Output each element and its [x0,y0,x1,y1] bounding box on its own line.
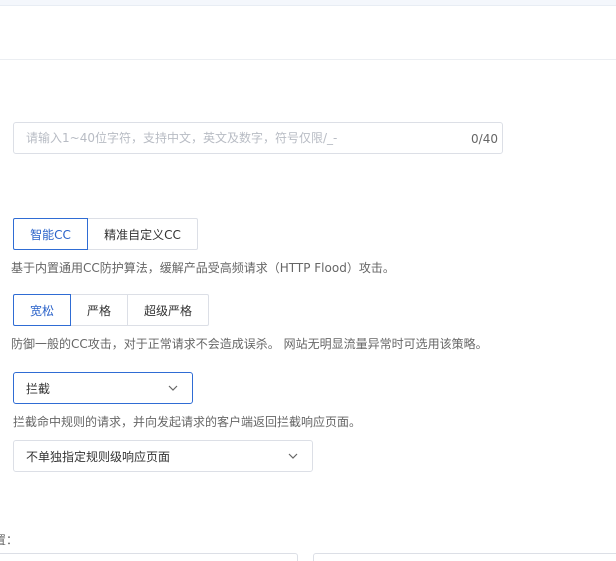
action-description: 拦截命中规则的请求，并向发起请求的客户端返回拦截响应页面。 [13,415,362,429]
bottom-right-field[interactable] [313,553,616,561]
action-select[interactable]: 拦截 [13,372,193,404]
action-select-value: 拦截 [26,381,51,396]
protection-level-group: 宽松 严格 超级严格 [13,294,209,326]
bottom-field-label: 置： [0,533,19,547]
chevron-down-icon [288,453,298,459]
protection-mode-group: 智能CC 精准自定义CC [13,218,198,250]
top-strip [0,0,616,6]
rule-name-input[interactable] [14,123,454,153]
bottom-left-field[interactable] [0,553,298,561]
mode-custom-cc-button[interactable]: 精准自定义CC [87,218,198,250]
char-counter: 0/40 [471,132,498,146]
header-divider [0,59,616,60]
rule-form-page: 0/40 智能CC 精准自定义CC 基于内置通用CC防护算法，缓解产品受高频请求… [0,0,616,561]
chevron-down-icon [168,385,178,391]
level-strict-button[interactable]: 严格 [70,294,128,326]
response-page-select[interactable]: 不单独指定规则级响应页面 [13,440,313,472]
mode-description: 基于内置通用CC防护算法，缓解产品受高频请求（HTTP Flood）攻击。 [11,261,395,275]
rule-name-field[interactable]: 0/40 [13,122,503,154]
response-page-select-value: 不单独指定规则级响应页面 [26,449,171,464]
level-loose-button[interactable]: 宽松 [13,294,71,326]
level-description: 防御一般的CC攻击，对于正常请求不会造成误杀。 网站无明显流量异常时可选用该策略… [11,337,488,351]
level-super-strict-button[interactable]: 超级严格 [127,294,209,326]
mode-smart-cc-button[interactable]: 智能CC [13,218,88,250]
